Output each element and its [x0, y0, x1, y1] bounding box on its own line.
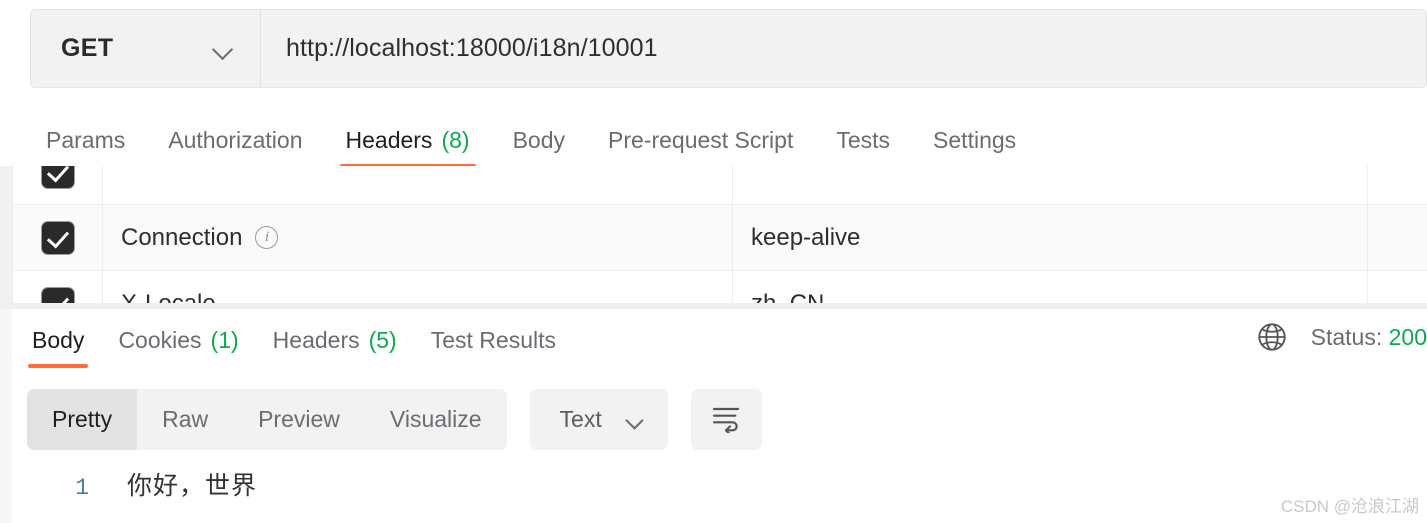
chevron-down-icon	[626, 411, 644, 429]
line-number: 1	[75, 475, 89, 501]
format-preview-label: Preview	[258, 406, 340, 432]
url-input[interactable]: http://localhost:18000/i18n/10001	[261, 10, 1426, 87]
response-tab-cookies-count: (1)	[210, 326, 239, 353]
header-value-text: keep-alive	[751, 223, 861, 251]
postman-request-response-view: GET http://localhost:18000/i18n/10001 Pa…	[0, 0, 1427, 523]
format-segmented-control: Pretty Raw Preview Visualize	[27, 389, 507, 450]
header-description-cell[interactable]	[1367, 270, 1427, 305]
chevron-down-icon	[212, 38, 234, 60]
format-pretty-label: Pretty	[52, 406, 113, 432]
response-body-viewer[interactable]: 1 你好，世界	[27, 466, 1227, 502]
status-label: Status:	[1310, 323, 1383, 350]
tab-headers-count: (8)	[441, 127, 470, 153]
response-tab-headers[interactable]: Headers (5)	[259, 312, 411, 368]
response-left-gutter	[0, 309, 12, 523]
header-key-cell[interactable]: Connection i	[102, 204, 733, 271]
response-tab-body[interactable]: Body	[18, 312, 98, 368]
language-dropdown-value: Text	[559, 406, 602, 432]
request-tabs: Params Authorization Headers (8) Body Pr…	[30, 113, 1427, 168]
tab-pre-request-script[interactable]: Pre-request Script	[592, 113, 809, 168]
response-panel-divider	[0, 303, 1427, 309]
format-raw-button[interactable]: Raw	[137, 389, 233, 450]
header-key-cell[interactable]: X-Locale	[102, 270, 733, 305]
tab-authorization-label: Authorization	[168, 127, 303, 153]
format-raw-label: Raw	[162, 406, 209, 432]
table-row	[12, 166, 1427, 205]
headers-table-viewport: Connection i keep-alive X-Locale zh_CN	[0, 166, 1427, 305]
code-line: 1 你好，世界	[27, 466, 1227, 502]
response-tab-headers-count: (5)	[368, 326, 397, 353]
url-text: http://localhost:18000/i18n/10001	[286, 34, 658, 62]
tab-pre-request-script-label: Pre-request Script	[608, 127, 794, 153]
row-checkbox[interactable]	[41, 221, 74, 254]
status-code: 200	[1388, 323, 1427, 350]
table-left-gutter	[0, 166, 12, 305]
format-visualize-button[interactable]: Visualize	[365, 389, 507, 450]
header-key-text: Connection	[121, 223, 243, 251]
tab-body-label: Body	[512, 127, 565, 153]
row-checkbox[interactable]	[41, 166, 74, 188]
globe-icon[interactable]	[1255, 320, 1289, 354]
table-row: X-Locale zh_CN	[12, 270, 1427, 305]
response-tab-test-results-label: Test Results	[430, 326, 556, 353]
watermark: CSDN @沧浪江湖	[1280, 497, 1419, 516]
url-bar: GET http://localhost:18000/i18n/10001	[30, 9, 1427, 88]
response-tab-body-label: Body	[32, 326, 85, 353]
tab-authorization[interactable]: Authorization	[152, 113, 318, 168]
response-tab-test-results[interactable]: Test Results	[417, 312, 570, 368]
http-method-label: GET	[61, 34, 114, 62]
tab-tests[interactable]: Tests	[820, 113, 906, 168]
header-value-cell[interactable]: zh_CN	[732, 270, 1368, 305]
response-tab-cookies[interactable]: Cookies (1)	[104, 312, 252, 368]
headers-table: Connection i keep-alive X-Locale zh_CN	[12, 166, 1427, 305]
line-text: 你好，世界	[127, 473, 258, 500]
language-dropdown[interactable]: Text	[529, 389, 668, 450]
header-description-cell[interactable]	[1367, 204, 1427, 271]
response-tab-cookies-label: Cookies	[118, 326, 202, 353]
info-icon[interactable]: i	[255, 226, 279, 249]
format-preview-button[interactable]: Preview	[233, 389, 365, 450]
tab-tests-label: Tests	[836, 127, 891, 153]
tab-settings-label: Settings	[933, 127, 1017, 153]
word-wrap-icon	[710, 401, 742, 438]
word-wrap-button[interactable]	[690, 389, 762, 450]
tab-body[interactable]: Body	[497, 113, 581, 168]
tab-headers[interactable]: Headers (8)	[330, 113, 486, 168]
response-format-toolbar: Pretty Raw Preview Visualize Text	[27, 389, 762, 450]
format-pretty-button[interactable]: Pretty	[27, 389, 138, 450]
status-badge: Status: 200	[1311, 324, 1427, 351]
tab-params[interactable]: Params	[30, 113, 141, 168]
http-method-selector[interactable]: GET	[31, 10, 261, 87]
format-visualize-label: Visualize	[389, 406, 482, 432]
table-row: Connection i keep-alive	[12, 204, 1427, 271]
tab-params-label: Params	[46, 127, 126, 153]
response-tab-headers-label: Headers	[272, 326, 360, 353]
tab-settings[interactable]: Settings	[917, 113, 1032, 168]
response-tabs: Body Cookies (1) Headers (5) Test Result…	[18, 312, 576, 368]
response-status-area: Status: 200	[1255, 320, 1427, 354]
header-value-cell[interactable]: keep-alive	[732, 204, 1368, 271]
tab-headers-label: Headers	[345, 127, 433, 153]
